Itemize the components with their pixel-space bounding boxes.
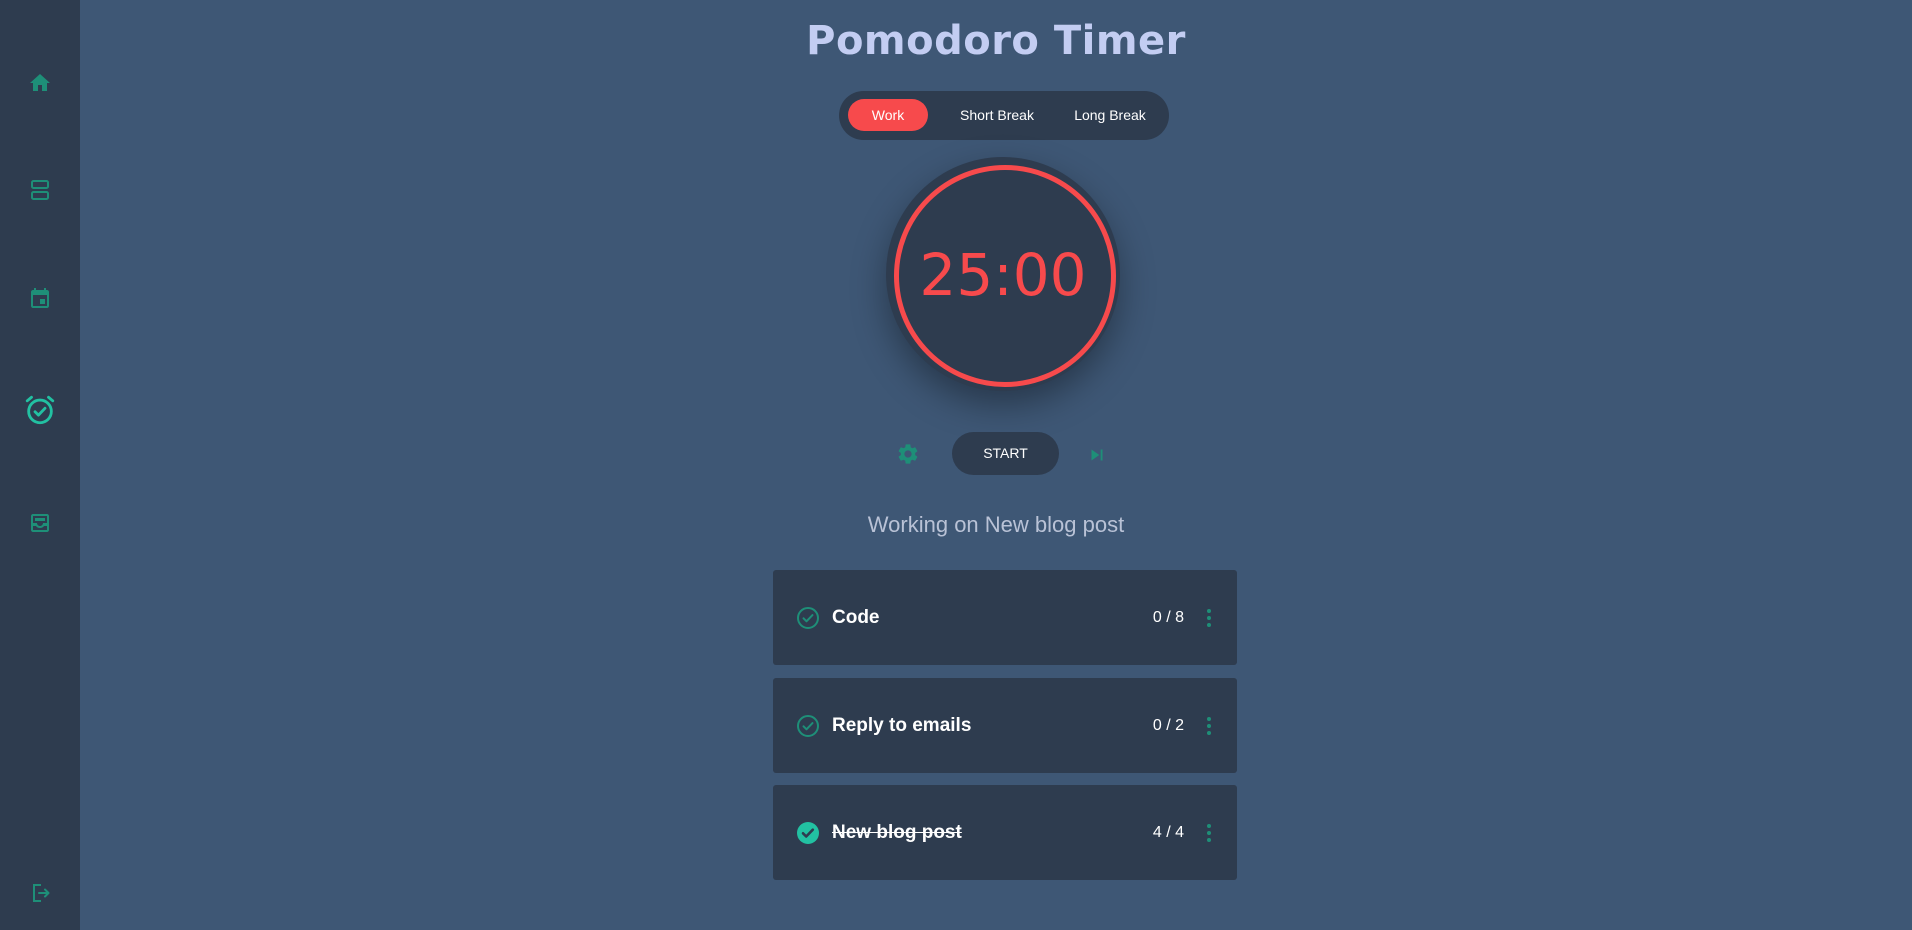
sidebar <box>0 0 80 930</box>
main-content: Pomodoro Timer Work Short Break Long Bre… <box>80 0 1912 930</box>
tab-short-break[interactable]: Short Break <box>943 99 1051 131</box>
timer-display: 25:00 <box>919 241 1087 309</box>
check-circle-outline-icon <box>797 607 819 629</box>
task-pomodoro-count: 0 / 2 <box>1152 717 1184 734</box>
calendar-icon <box>31 288 49 308</box>
logout-icon <box>33 884 50 902</box>
timer-dial: 25:00 <box>886 157 1120 391</box>
task-pomodoro-count: 0 / 8 <box>1152 609 1184 626</box>
page-title: Pomodoro Timer <box>806 18 1186 64</box>
task-complete-toggle[interactable] <box>796 714 820 738</box>
task-item[interactable]: Code 0 / 8 <box>773 570 1237 665</box>
task-name: New blog post <box>832 822 962 843</box>
current-task-status: Working on New blog post <box>867 512 1125 537</box>
more-vertical-icon <box>1207 824 1211 842</box>
task-name: Reply to emails <box>832 715 972 736</box>
mode-tabs: Work Short Break Long Break <box>839 91 1169 140</box>
logout-button[interactable] <box>20 873 60 913</box>
alarm-check-icon <box>25 395 55 425</box>
sidebar-item-home[interactable] <box>20 63 60 103</box>
task-name: Code <box>832 607 880 628</box>
task-complete-toggle[interactable] <box>796 821 820 845</box>
tab-long-break[interactable]: Long Break <box>1059 99 1161 131</box>
task-item[interactable]: New blog post 4 / 4 <box>773 785 1237 880</box>
task-menu-button[interactable] <box>1205 821 1213 845</box>
dashboard-icon <box>31 180 49 200</box>
task-pomodoro-count: 4 / 4 <box>1152 824 1184 841</box>
skip-button[interactable] <box>1085 443 1109 467</box>
sidebar-item-inbox[interactable] <box>20 503 60 543</box>
check-circle-filled-icon <box>797 822 819 844</box>
task-complete-toggle[interactable] <box>796 606 820 630</box>
gear-icon <box>898 444 918 464</box>
tab-work[interactable]: Work <box>848 99 928 131</box>
task-menu-button[interactable] <box>1205 714 1213 738</box>
home-icon <box>30 74 50 91</box>
start-button[interactable]: START <box>952 432 1059 475</box>
more-vertical-icon <box>1207 717 1211 735</box>
sidebar-item-dashboard[interactable] <box>20 170 60 210</box>
skip-next-icon <box>1091 449 1103 461</box>
task-item[interactable]: Reply to emails 0 / 2 <box>773 678 1237 773</box>
task-menu-button[interactable] <box>1205 606 1213 630</box>
check-circle-outline-icon <box>797 715 819 737</box>
inbox-icon <box>31 514 49 532</box>
settings-button[interactable] <box>895 441 921 467</box>
more-vertical-icon <box>1207 609 1211 627</box>
sidebar-item-calendar[interactable] <box>20 278 60 318</box>
sidebar-item-pomodoro[interactable] <box>20 390 60 430</box>
